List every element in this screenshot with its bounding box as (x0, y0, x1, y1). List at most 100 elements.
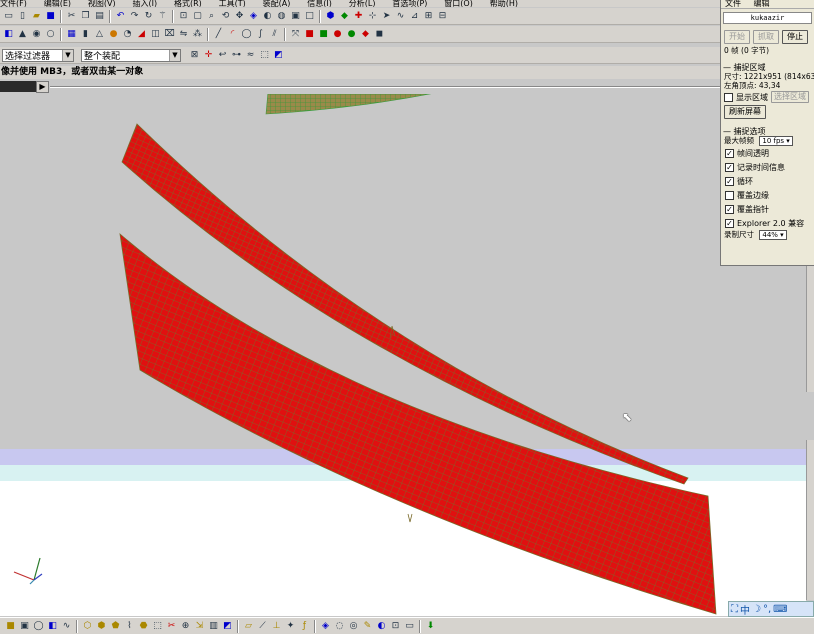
circle-tool-icon[interactable]: ◯ (32, 620, 45, 633)
show-icon[interactable]: ◎ (347, 620, 360, 633)
option-transparent-checkbox[interactable]: ✓ 帧间透明 (721, 146, 814, 160)
more-tools-icon[interactable]: ⬇ (424, 620, 437, 633)
wireframe-icon[interactable]: ◍ (275, 10, 288, 23)
measure-icon[interactable]: ⊿ (408, 10, 421, 23)
select-all-icon[interactable]: ⊠ (188, 49, 201, 62)
revolve-icon[interactable]: ◉ (30, 28, 43, 41)
new-file-icon[interactable]: ▯ (16, 10, 29, 23)
copy-icon[interactable]: ❐ (79, 10, 92, 23)
circle-icon[interactable]: ◯ (240, 28, 253, 41)
cylinder-icon[interactable]: ▮ (79, 28, 92, 41)
line-icon[interactable]: ╱ (212, 28, 225, 41)
arrow-select-icon[interactable]: ➤ (380, 10, 393, 23)
fit-icon[interactable]: ⊡ (177, 10, 190, 23)
orient-icon[interactable]: ⬢ (324, 10, 337, 23)
start-icon[interactable]: ▭ (2, 10, 15, 23)
block-icon[interactable]: ▦ (65, 28, 78, 41)
analysis-icon[interactable]: ◩ (221, 620, 234, 633)
chamfer-icon[interactable]: ◢ (135, 28, 148, 41)
capture-menu-file[interactable]: 文件 (725, 0, 741, 8)
color-green-icon[interactable]: ■ (317, 28, 330, 41)
color-icon[interactable]: ◐ (375, 620, 388, 633)
graphics-viewport[interactable]: ⬉ (0, 94, 806, 616)
menu-format[interactable]: 格式(R) (174, 0, 202, 7)
expression-icon[interactable]: ƒ (298, 620, 311, 633)
pan-icon[interactable]: ✥ (233, 10, 246, 23)
ime-toolbar[interactable]: ⛶ 中 ☽ °, ⌨ (728, 601, 814, 617)
option-explorer-checkbox[interactable]: ✓ Explorer 2.0 兼容 (721, 216, 814, 230)
bridge-icon[interactable]: ⬟ (109, 620, 122, 633)
menu-help[interactable]: 帮助(H) (490, 0, 518, 7)
menu-insert[interactable]: 插入(I) (132, 0, 157, 7)
extrude-icon[interactable]: ▲ (16, 28, 29, 41)
snap-icon[interactable]: ◆ (338, 10, 351, 23)
datum-axis-icon[interactable]: ⟋ (256, 620, 269, 633)
paste-icon[interactable]: ▤ (93, 10, 106, 23)
point-red-icon[interactable]: ● (331, 28, 344, 41)
ime-soft-keyboard-icon[interactable]: ⌨ (773, 604, 787, 615)
edit-object-icon[interactable]: ✎ (361, 620, 374, 633)
ime-moon-icon[interactable]: ☽ (752, 604, 761, 615)
curve-icon[interactable]: ∿ (394, 10, 407, 23)
stop-button[interactable]: 停止 (782, 30, 808, 44)
redo-icon[interactable]: ↷ (128, 10, 141, 23)
menu-edit[interactable]: 编辑(E) (44, 0, 71, 7)
offset-surface-icon[interactable]: ⬚ (151, 620, 164, 633)
attribute-icon[interactable]: ⊞ (422, 10, 435, 23)
menu-window[interactable]: 窗口(O) (444, 0, 473, 7)
filter-icon[interactable]: ⊟ (436, 10, 449, 23)
menu-assembly[interactable]: 装配(A) (263, 0, 291, 7)
sphere-icon[interactable]: ● (107, 28, 120, 41)
select-region-button[interactable]: 选择区域 (771, 91, 809, 103)
undo-icon[interactable]: ↶ (114, 10, 127, 23)
sew-icon[interactable]: ⊕ (179, 620, 192, 633)
transform-icon[interactable]: ⤧ (289, 28, 302, 41)
menu-view[interactable]: 视图(V) (88, 0, 116, 7)
blend-icon[interactable]: ◔ (121, 28, 134, 41)
marker-icon[interactable]: ◆ (359, 28, 372, 41)
hide-icon[interactable]: ◌ (333, 620, 346, 633)
ime-mode-icon[interactable]: ⛶ (731, 604, 738, 615)
option-border-checkbox[interactable]: 覆盖边缘 (721, 188, 814, 202)
cut-icon[interactable]: ✂ (65, 10, 78, 23)
point-set-icon[interactable]: ■ (4, 620, 17, 633)
offset-curve-icon[interactable]: ⫽ (268, 28, 281, 41)
resource-bar-strip-lower[interactable] (806, 440, 814, 600)
blank-icon[interactable]: ▭ (403, 620, 416, 633)
background-icon[interactable]: □ (303, 10, 316, 23)
color-red-icon[interactable]: ■ (303, 28, 316, 41)
thicken-icon[interactable]: ▥ (207, 620, 220, 633)
option-loop-checkbox[interactable]: ✓ 循环 (721, 174, 814, 188)
assembly-scope-select[interactable]: 整个装配 ▼ (81, 48, 181, 62)
rotate-icon[interactable]: ⟲ (219, 10, 232, 23)
sweep-icon[interactable]: ⬡ (81, 620, 94, 633)
ime-language[interactable]: 中 (740, 602, 750, 617)
refresh-screen-button[interactable]: 刷新屏幕 (724, 105, 766, 119)
hole-icon[interactable]: ○ (44, 28, 57, 41)
max-fps-select[interactable]: 10 fps ▾ (759, 136, 793, 146)
selection-filter-select[interactable]: 选择过滤器 ▼ (2, 48, 74, 62)
layer-icon[interactable]: ▣ (289, 10, 302, 23)
zoom-box-icon[interactable]: ▢ (191, 10, 204, 23)
show-region-checkbox[interactable]: 显示区域 (724, 90, 768, 104)
resource-bar-strip[interactable] (806, 266, 814, 392)
part-icon[interactable]: ◩ (272, 49, 285, 62)
ime-punct-icon[interactable]: °, (763, 604, 771, 615)
ruled-icon[interactable]: ⬣ (137, 620, 150, 633)
snap-point-icon[interactable]: ✛ (202, 49, 215, 62)
grid-icon[interactable]: ▣ (18, 620, 31, 633)
point-tool-icon[interactable]: ✦ (284, 620, 297, 633)
option-cursor-checkbox[interactable]: ✓ 覆盖指针 (721, 202, 814, 216)
scroll-right-icon[interactable]: ▶ (36, 81, 49, 93)
point-icon[interactable]: ⊹ (366, 10, 379, 23)
shade-icon[interactable]: ◐ (261, 10, 274, 23)
record-size-select[interactable]: 44% ▾ (759, 230, 787, 240)
datum-plane-icon[interactable]: ▱ (242, 620, 255, 633)
display-icon[interactable]: ◼ (373, 28, 386, 41)
link-icon[interactable]: ⊶ (230, 49, 243, 62)
extend-icon[interactable]: ⇲ (193, 620, 206, 633)
layer-settings-icon[interactable]: ◈ (319, 620, 332, 633)
open-folder-icon[interactable]: ▰ (30, 10, 43, 23)
shell-icon[interactable]: ◫ (149, 28, 162, 41)
menu-preferences[interactable]: 首选项(P) (392, 0, 427, 7)
